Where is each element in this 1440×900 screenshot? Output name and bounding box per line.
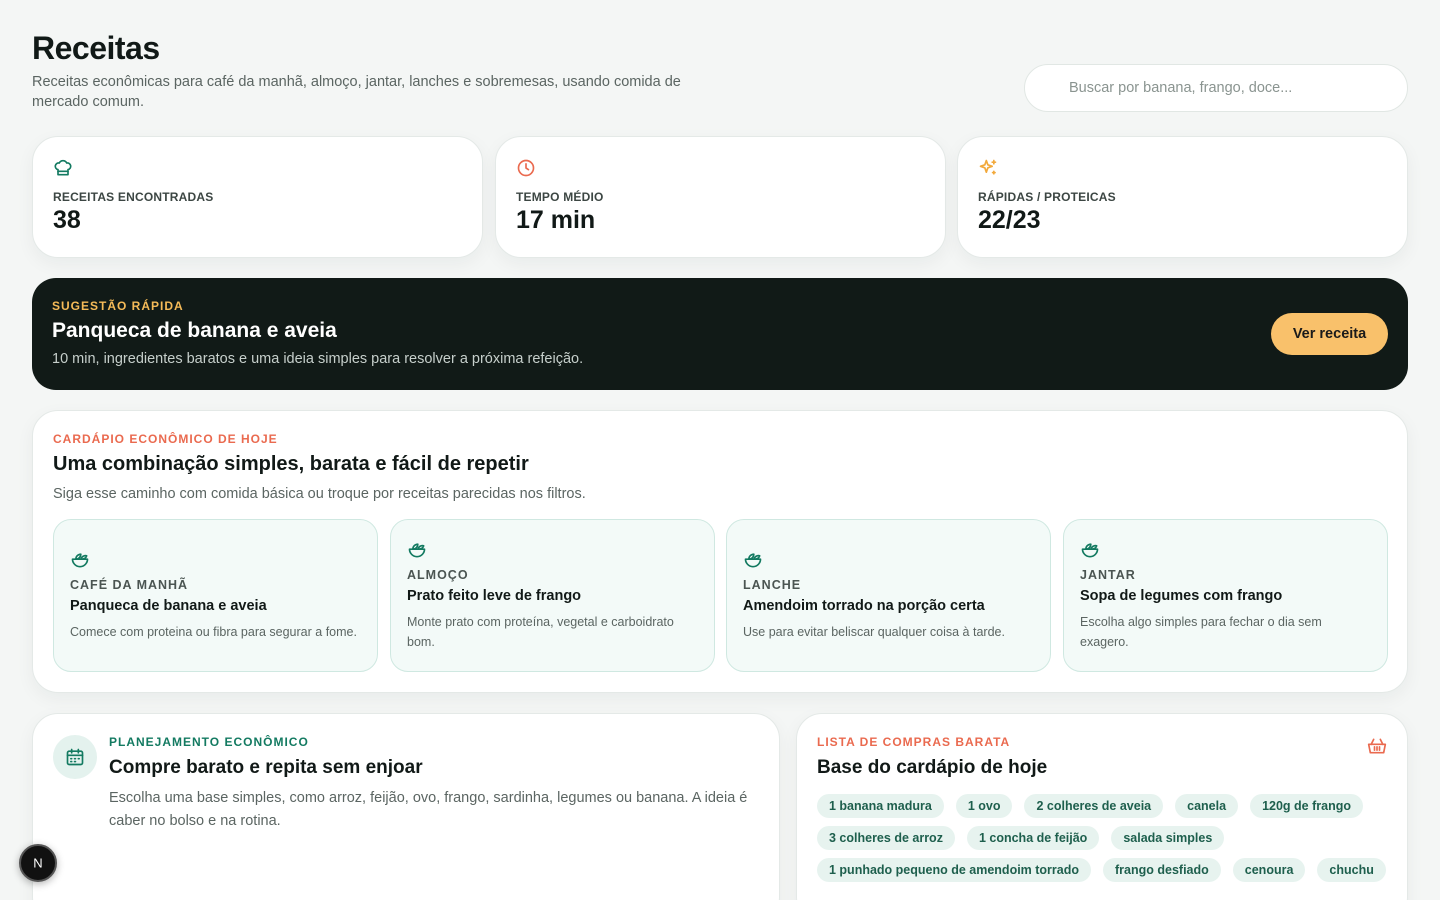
stat-label: TEMPO MÉDIO (516, 190, 604, 204)
stat-card-recipes: RECEITAS ENCONTRADAS 38 (32, 136, 483, 258)
planning-description: Escolha uma base simples, como arroz, fe… (109, 790, 748, 829)
shopping-title: Base do cardápio de hoje (817, 757, 1048, 778)
stat-label: RECEITAS ENCONTRADAS (53, 190, 214, 204)
ingredient-chip[interactable]: 1 ovo (955, 794, 1013, 818)
ingredient-chip[interactable]: 1 banana madura (817, 794, 944, 818)
calendar-icon-badge (53, 735, 97, 779)
clock-icon (517, 159, 535, 177)
salad-bowl-icon (408, 542, 426, 557)
quick-suggestion-banner: SUGESTÃO RÁPIDA Panqueca de banana e ave… (32, 278, 1408, 390)
salad-bowl-icon (744, 552, 762, 567)
basket-icon (1367, 738, 1387, 754)
salad-bowl-icon (1081, 542, 1099, 557)
stats-row: RECEITAS ENCONTRADAS 38 TEMPO MÉDIO 17 m… (32, 136, 1408, 258)
meal-name: Sopa de legumes com frango (1080, 587, 1283, 604)
ingredient-chip[interactable]: 1 punhado pequeno de amendoim torrado (817, 858, 1092, 882)
meal-card-snack[interactable]: LANCHE Amendoim torrado na porção certa … (726, 519, 1051, 672)
ingredient-chip[interactable]: canela (1175, 794, 1239, 818)
sparkles-icon (979, 159, 997, 175)
planning-card: PLANEJAMENTO ECONÔMICO Compre barato e r… (32, 713, 780, 900)
ingredient-chip[interactable]: frango desfiado (1103, 858, 1221, 882)
menu-eyebrow: CARDÁPIO ECONÔMICO DE HOJE (53, 432, 278, 446)
salad-bowl-icon (71, 552, 89, 567)
next-logo-icon: N (33, 856, 42, 871)
meal-description: Escolha algo simples para fechar o dia s… (1080, 614, 1322, 649)
stat-value: 38 (53, 206, 81, 234)
quick-description: 10 min, ingredientes baratos e uma ideia… (52, 351, 584, 367)
stat-card-avg-time: TEMPO MÉDIO 17 min (495, 136, 946, 258)
search-box[interactable] (1024, 64, 1408, 112)
svg-text:N: N (33, 856, 42, 871)
stat-value: 22/23 (978, 206, 1041, 234)
menu-of-the-day: CARDÁPIO ECONÔMICO DE HOJE Uma combinaçã… (32, 410, 1408, 693)
quick-title: Panqueca de banana e aveia (52, 319, 337, 342)
view-recipe-button[interactable]: Ver receita (1271, 313, 1388, 355)
ingredient-chips: 1 banana madura 1 ovo 2 colheres de avei… (817, 794, 1392, 882)
meal-description: Monte prato com proteína, vegetal e carb… (407, 614, 674, 649)
ingredient-chip[interactable]: chuchu (1317, 858, 1386, 882)
dev-tools-badge[interactable]: N (19, 844, 57, 882)
chef-hat-icon (54, 159, 72, 176)
meal-type: LANCHE (743, 577, 802, 592)
shopping-eyebrow: LISTA DE COMPRAS BARATA (817, 735, 1011, 749)
meal-type: ALMOÇO (407, 567, 469, 582)
planning-title: Compre barato e repita sem enjoar (109, 757, 423, 778)
meal-description: Comece com proteina ou fibra para segura… (70, 624, 357, 639)
ingredient-chip[interactable]: 3 colheres de arroz (817, 826, 955, 850)
menu-description: Siga esse caminho com comida básica ou t… (53, 486, 586, 502)
ingredient-chip[interactable]: 120g de frango (1250, 794, 1363, 818)
stat-card-quick-protein: RÁPIDAS / PROTEICAS 22/23 (957, 136, 1408, 258)
meal-name: Amendoim torrado na porção certa (743, 597, 985, 614)
quick-eyebrow: SUGESTÃO RÁPIDA (52, 299, 184, 313)
ingredient-chip[interactable]: salada simples (1111, 826, 1225, 850)
ingredient-chip[interactable]: 2 colheres de aveia (1024, 794, 1164, 818)
shopping-list-card: LISTA DE COMPRAS BARATA Base do cardápio… (796, 713, 1408, 900)
page-header: Receitas Receitas econômicas para café d… (32, 0, 1408, 136)
search-input[interactable] (1069, 80, 1407, 96)
stat-label: RÁPIDAS / PROTEICAS (978, 190, 1116, 204)
stat-value: 17 min (516, 206, 596, 234)
ingredient-chip[interactable]: cenoura (1232, 858, 1306, 882)
meal-name: Prato feito leve de frango (407, 587, 582, 604)
menu-title: Uma combinação simples, barata e fácil d… (53, 453, 529, 475)
planning-eyebrow: PLANEJAMENTO ECONÔMICO (109, 735, 309, 749)
calendar-icon (66, 748, 84, 766)
ingredient-chip[interactable]: 1 concha de feijão (966, 826, 1100, 850)
meal-card-breakfast[interactable]: CAFÉ DA MANHÃ Panqueca de banana e aveia… (53, 519, 378, 672)
page-subtitle: Receitas econômicas para café da manhã, … (32, 74, 681, 110)
page: Receitas Receitas econômicas para café d… (32, 0, 1408, 900)
meal-description: Use para evitar beliscar qualquer coisa … (743, 624, 1005, 639)
meal-name: Panqueca de banana e aveia (70, 597, 267, 614)
meal-card-lunch[interactable]: ALMOÇO Prato feito leve de frango Monte … (390, 519, 715, 672)
meal-card-dinner[interactable]: JANTAR Sopa de legumes com frango Escolh… (1063, 519, 1388, 672)
page-title: Receitas (32, 30, 160, 66)
meal-type: JANTAR (1080, 567, 1136, 582)
meal-type: CAFÉ DA MANHÃ (70, 577, 189, 592)
